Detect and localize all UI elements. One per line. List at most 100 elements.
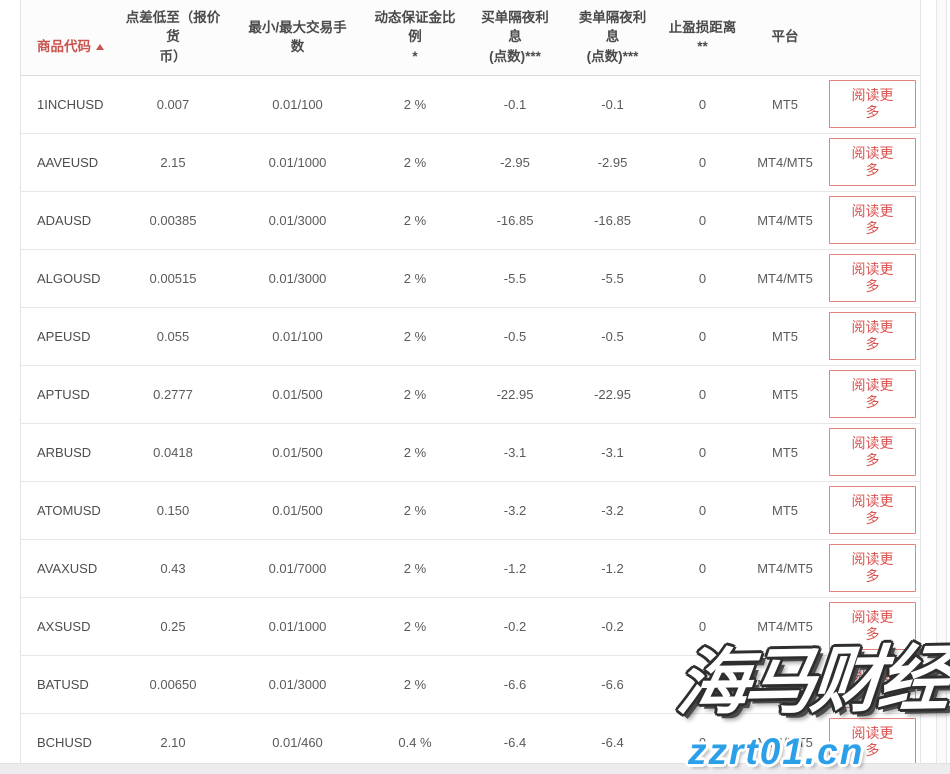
cell-stop-distance: 0 xyxy=(660,597,745,655)
cell-spread: 0.0418 xyxy=(116,423,230,481)
cell-actions: 阅读更多 xyxy=(825,481,920,539)
cell-platform: MT5 xyxy=(745,365,825,423)
cell-swap-sell: -0.1 xyxy=(565,75,660,133)
cell-swap-buy: -0.1 xyxy=(465,75,565,133)
table-header-row: 商品代码 点差低至（报价货 币） 最小/最大交易手 数 动态保证金比例 * 买单… xyxy=(21,0,920,75)
cell-stop-distance: 0 xyxy=(660,481,745,539)
cell-lot-size: 0.01/1000 xyxy=(230,597,365,655)
column-header-actions xyxy=(825,0,920,75)
cell-stop-distance: 0 xyxy=(660,655,745,713)
read-more-button[interactable]: 阅读更多 xyxy=(829,544,916,592)
cell-swap-buy: -3.2 xyxy=(465,481,565,539)
cell-stop-distance: 0 xyxy=(660,75,745,133)
column-header-stop-distance[interactable]: 止盈损距离 ** xyxy=(660,0,745,75)
cell-swap-sell: -0.5 xyxy=(565,307,660,365)
column-header-swap-sell[interactable]: 卖单隔夜利 息 (点数)*** xyxy=(565,0,660,75)
column-header-spread[interactable]: 点差低至（报价货 币） xyxy=(116,0,230,75)
cell-margin-ratio: 2 % xyxy=(365,249,465,307)
table-row: AAVEUSD 2.15 0.01/1000 2 % -2.95 -2.95 0… xyxy=(21,133,920,191)
instruments-table: 商品代码 点差低至（报价货 币） 最小/最大交易手 数 动态保证金比例 * 买单… xyxy=(21,0,920,772)
cell-margin-ratio: 2 % xyxy=(365,655,465,713)
cell-swap-sell: -1.2 xyxy=(565,539,660,597)
column-header-swap-buy[interactable]: 买单隔夜利 息 (点数)*** xyxy=(465,0,565,75)
cell-swap-buy: -22.95 xyxy=(465,365,565,423)
cell-spread: 0.2777 xyxy=(116,365,230,423)
cell-lot-size: 0.01/100 xyxy=(230,307,365,365)
table-row: AVAXUSD 0.43 0.01/7000 2 % -1.2 -1.2 0 M… xyxy=(21,539,920,597)
column-header-margin-ratio[interactable]: 动态保证金比例 * xyxy=(365,0,465,75)
cell-product-code: ATOMUSD xyxy=(21,481,116,539)
cell-lot-size: 0.01/500 xyxy=(230,365,365,423)
sort-ascending-icon xyxy=(96,44,104,50)
read-more-button[interactable]: 阅读更多 xyxy=(829,660,916,708)
cell-stop-distance: 0 xyxy=(660,249,745,307)
cell-spread: 0.055 xyxy=(116,307,230,365)
cell-platform: MT4/MT5 xyxy=(745,191,825,249)
horizontal-scrollbar[interactable] xyxy=(0,763,950,774)
read-more-button[interactable]: 阅读更多 xyxy=(829,138,916,186)
cell-actions: 阅读更多 xyxy=(825,249,920,307)
table-header: 商品代码 点差低至（报价货 币） 最小/最大交易手 数 动态保证金比例 * 买单… xyxy=(21,0,920,75)
cell-lot-size: 0.01/3000 xyxy=(230,249,365,307)
cell-product-code: ADAUSD xyxy=(21,191,116,249)
cell-swap-sell: -3.2 xyxy=(565,481,660,539)
cell-spread: 0.00650 xyxy=(116,655,230,713)
cell-margin-ratio: 2 % xyxy=(365,307,465,365)
table-row: 1INCHUSD 0.007 0.01/100 2 % -0.1 -0.1 0 … xyxy=(21,75,920,133)
cell-product-code: 1INCHUSD xyxy=(21,75,116,133)
cell-platform: MT5 xyxy=(745,423,825,481)
table-row: AXSUSD 0.25 0.01/1000 2 % -0.2 -0.2 0 MT… xyxy=(21,597,920,655)
read-more-button[interactable]: 阅读更多 xyxy=(829,718,916,766)
read-more-button[interactable]: 阅读更多 xyxy=(829,312,916,360)
read-more-button[interactable]: 阅读更多 xyxy=(829,370,916,418)
instruments-table-container: 商品代码 点差低至（报价货 币） 最小/最大交易手 数 动态保证金比例 * 买单… xyxy=(20,0,921,772)
read-more-button[interactable]: 阅读更多 xyxy=(829,486,916,534)
cell-actions: 阅读更多 xyxy=(825,307,920,365)
table-row: APEUSD 0.055 0.01/100 2 % -0.5 -0.5 0 MT… xyxy=(21,307,920,365)
cell-swap-buy: -6.6 xyxy=(465,655,565,713)
cell-stop-distance: 0 xyxy=(660,365,745,423)
cell-product-code: APTUSD xyxy=(21,365,116,423)
cell-spread: 0.007 xyxy=(116,75,230,133)
cell-margin-ratio: 2 % xyxy=(365,597,465,655)
cell-swap-buy: -0.2 xyxy=(465,597,565,655)
cell-spread: 2.15 xyxy=(116,133,230,191)
read-more-button[interactable]: 阅读更多 xyxy=(829,602,916,650)
cell-actions: 阅读更多 xyxy=(825,423,920,481)
cell-actions: 阅读更多 xyxy=(825,75,920,133)
table-row: ARBUSD 0.0418 0.01/500 2 % -3.1 -3.1 0 M… xyxy=(21,423,920,481)
cell-product-code: AXSUSD xyxy=(21,597,116,655)
column-header-lot-size[interactable]: 最小/最大交易手 数 xyxy=(230,0,365,75)
cell-lot-size: 0.01/1000 xyxy=(230,133,365,191)
cell-spread: 0.00385 xyxy=(116,191,230,249)
cell-product-code: ARBUSD xyxy=(21,423,116,481)
cell-platform: MT4/MT5 xyxy=(745,655,825,713)
table-row: ATOMUSD 0.150 0.01/500 2 % -3.2 -3.2 0 M… xyxy=(21,481,920,539)
cell-margin-ratio: 2 % xyxy=(365,133,465,191)
cell-product-code: APEUSD xyxy=(21,307,116,365)
cell-spread: 0.43 xyxy=(116,539,230,597)
cell-product-code: AVAXUSD xyxy=(21,539,116,597)
cell-lot-size: 0.01/3000 xyxy=(230,655,365,713)
column-header-platform[interactable]: 平台 xyxy=(745,0,825,75)
cell-actions: 阅读更多 xyxy=(825,191,920,249)
cell-platform: MT5 xyxy=(745,75,825,133)
read-more-button[interactable]: 阅读更多 xyxy=(829,80,916,128)
table-row: APTUSD 0.2777 0.01/500 2 % -22.95 -22.95… xyxy=(21,365,920,423)
cell-swap-buy: -16.85 xyxy=(465,191,565,249)
cell-platform: MT4/MT5 xyxy=(745,133,825,191)
cell-platform: MT5 xyxy=(745,307,825,365)
cell-swap-buy: -3.1 xyxy=(465,423,565,481)
cell-swap-sell: -5.5 xyxy=(565,249,660,307)
cell-swap-sell: -6.6 xyxy=(565,655,660,713)
column-header-product-code[interactable]: 商品代码 xyxy=(21,0,116,75)
read-more-button[interactable]: 阅读更多 xyxy=(829,196,916,244)
cell-swap-sell: -3.1 xyxy=(565,423,660,481)
cell-swap-sell: -2.95 xyxy=(565,133,660,191)
read-more-button[interactable]: 阅读更多 xyxy=(829,428,916,476)
cell-swap-buy: -5.5 xyxy=(465,249,565,307)
cell-swap-buy: -1.2 xyxy=(465,539,565,597)
read-more-button[interactable]: 阅读更多 xyxy=(829,254,916,302)
cell-margin-ratio: 2 % xyxy=(365,423,465,481)
vertical-scrollbar[interactable] xyxy=(936,0,947,774)
